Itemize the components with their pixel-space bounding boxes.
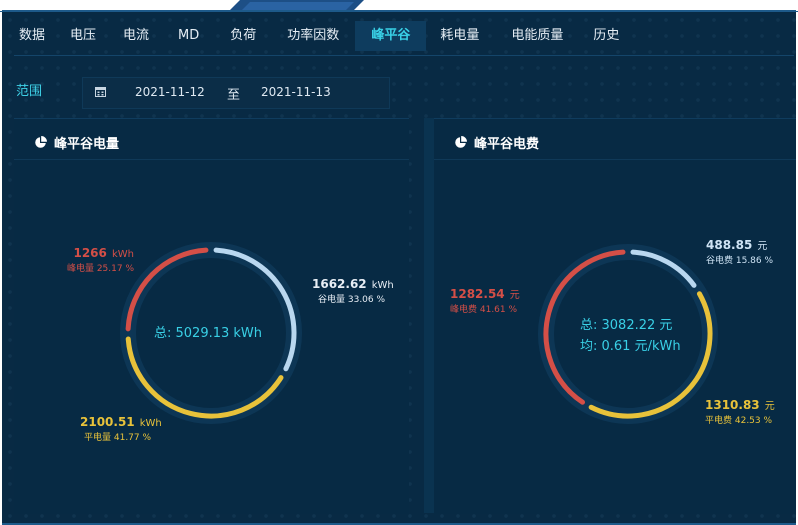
energy-flat-label: 2100.51 kWh 平电量 41.77 %: [80, 411, 162, 443]
tab-history[interactable]: 历史: [579, 21, 631, 51]
donut-segment-flat[interactable]: [588, 291, 713, 419]
tab-voltage[interactable]: 电压: [58, 21, 111, 51]
energy-peak-label: 1266 kWh 峰电量 25.17 %: [58, 242, 134, 274]
cost-donut-chart: [538, 244, 718, 424]
cost-flat-percent: 平电费 42.53 %: [705, 416, 773, 426]
energy-panel-header: 峰平谷电量: [14, 119, 409, 160]
calendar-icon[interactable]: [95, 86, 106, 97]
energy-panel-title: 峰平谷电量: [54, 137, 120, 152]
energy-flat-unit: kWh: [139, 418, 162, 429]
cost-valley-label: 488.85 元 谷电费 15.86 %: [706, 234, 773, 266]
cost-valley-value: 488.85: [706, 238, 753, 252]
cost-valley-unit: 元: [757, 241, 768, 252]
tab-data[interactable]: 数据: [6, 21, 58, 51]
tab-current[interactable]: 电流: [111, 21, 164, 51]
cost-average: 均: 0.61 元/kWh: [580, 339, 681, 354]
energy-valley-label: 1662.62 kWh 谷电量 33.06 %: [312, 273, 394, 305]
donut-segment-peak[interactable]: [125, 247, 209, 332]
energy-valley-percent: 谷电量 33.06 %: [318, 295, 386, 305]
cost-panel-title: 峰平谷电费: [474, 137, 540, 152]
energy-total: 总: 5029.13 kWh: [154, 326, 263, 341]
energy-peak-percent: 峰电量 25.17 %: [66, 264, 134, 274]
range-label: 范围: [16, 84, 43, 99]
tab-divider: [14, 55, 794, 56]
panel-divider: [424, 118, 434, 513]
energy-peak-value: 1266: [73, 246, 107, 260]
range-separator: 至: [227, 88, 241, 103]
cost-peak-percent: 峰电费 41.61 %: [450, 305, 518, 315]
cost-peak-value: 1282.54: [450, 287, 505, 301]
tab-power-factor[interactable]: 功率因数: [273, 21, 355, 51]
energy-flat-percent: 平电量 41.77 %: [84, 433, 152, 443]
cost-flat-value: 1310.83: [705, 398, 760, 412]
cost-flat-unit: 元: [764, 401, 775, 412]
cost-valley-percent: 谷电费 15.86 %: [706, 256, 774, 266]
date-range-picker[interactable]: 2021-11-12 至 2021-11-13: [82, 77, 390, 109]
pie-chart-icon: [35, 136, 47, 148]
tab-load[interactable]: 负荷: [216, 21, 273, 51]
cost-flat-label: 1310.83 元 平电费 42.53 %: [705, 394, 775, 426]
donut-segment-flat[interactable]: [125, 336, 284, 419]
tab-power-quality[interactable]: 电能质量: [495, 21, 579, 51]
cost-total: 总: 3082.22 元: [580, 318, 673, 333]
energy-valley-value: 1662.62: [312, 277, 367, 291]
tab-bar: 数据 电压 电流 MD 负荷 功率因数 峰平谷 耗电量 电能质量 历史: [6, 21, 631, 51]
start-date-input[interactable]: 2021-11-12: [135, 85, 205, 99]
pie-chart-icon: [455, 136, 467, 148]
cost-peak-unit: 元: [509, 290, 520, 301]
cost-peak-label: 1282.54 元 峰电费 41.61 %: [450, 283, 520, 315]
tab-consumption[interactable]: 耗电量: [426, 21, 495, 51]
end-date-input[interactable]: 2021-11-13: [261, 85, 331, 99]
energy-flat-value: 2100.51: [80, 415, 135, 429]
energy-peak-unit: kWh: [111, 249, 134, 260]
energy-valley-unit: kWh: [371, 280, 394, 291]
tab-peak-flat-valley[interactable]: 峰平谷: [355, 21, 427, 51]
cost-panel-header: 峰平谷电费: [434, 119, 796, 160]
tab-md[interactable]: MD: [164, 21, 216, 51]
